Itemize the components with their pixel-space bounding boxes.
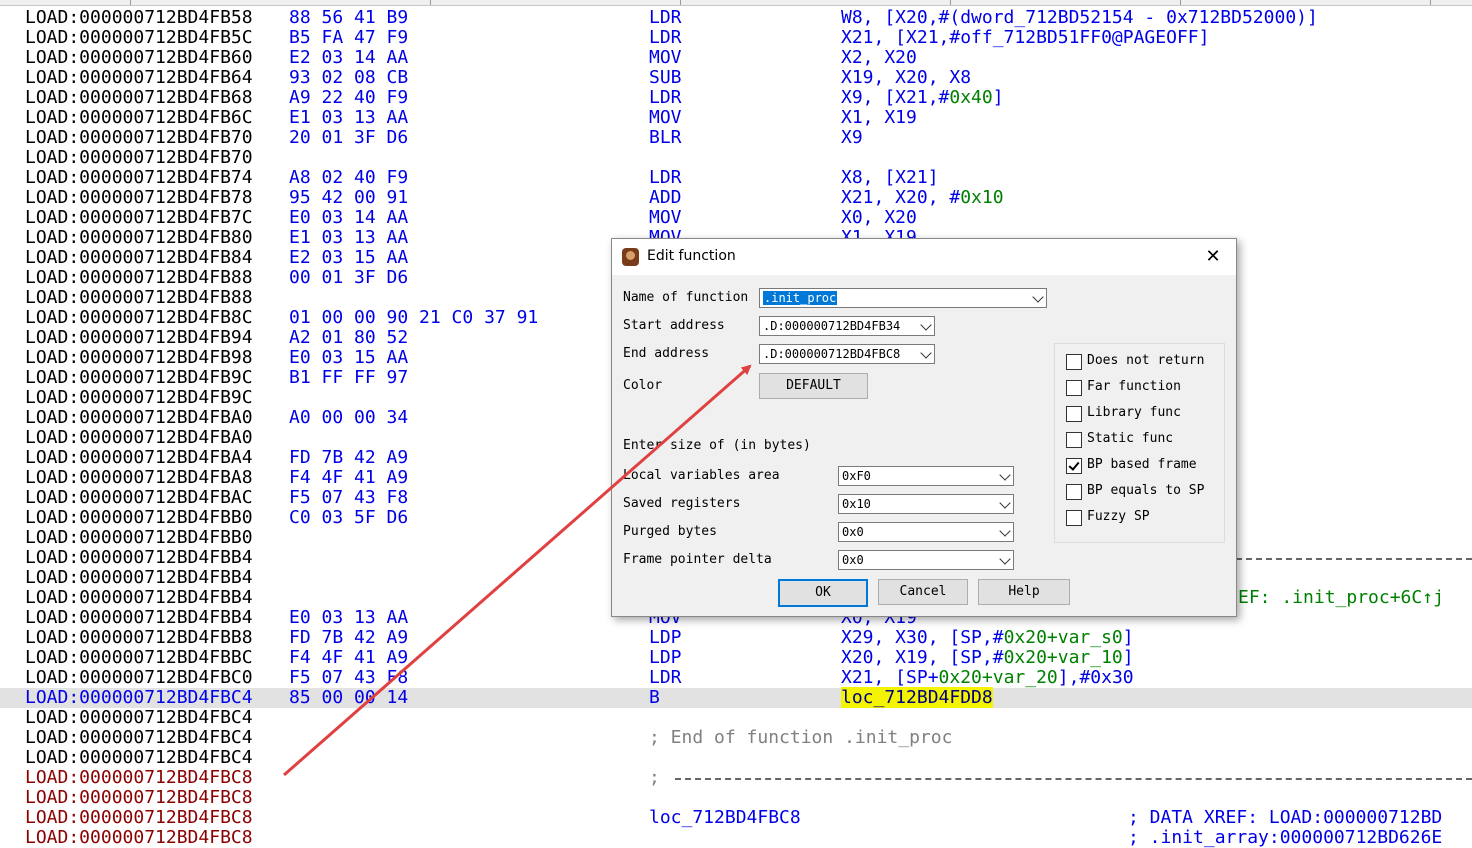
annotation-arrow (283, 364, 752, 777)
red-arrow (283, 364, 752, 777)
